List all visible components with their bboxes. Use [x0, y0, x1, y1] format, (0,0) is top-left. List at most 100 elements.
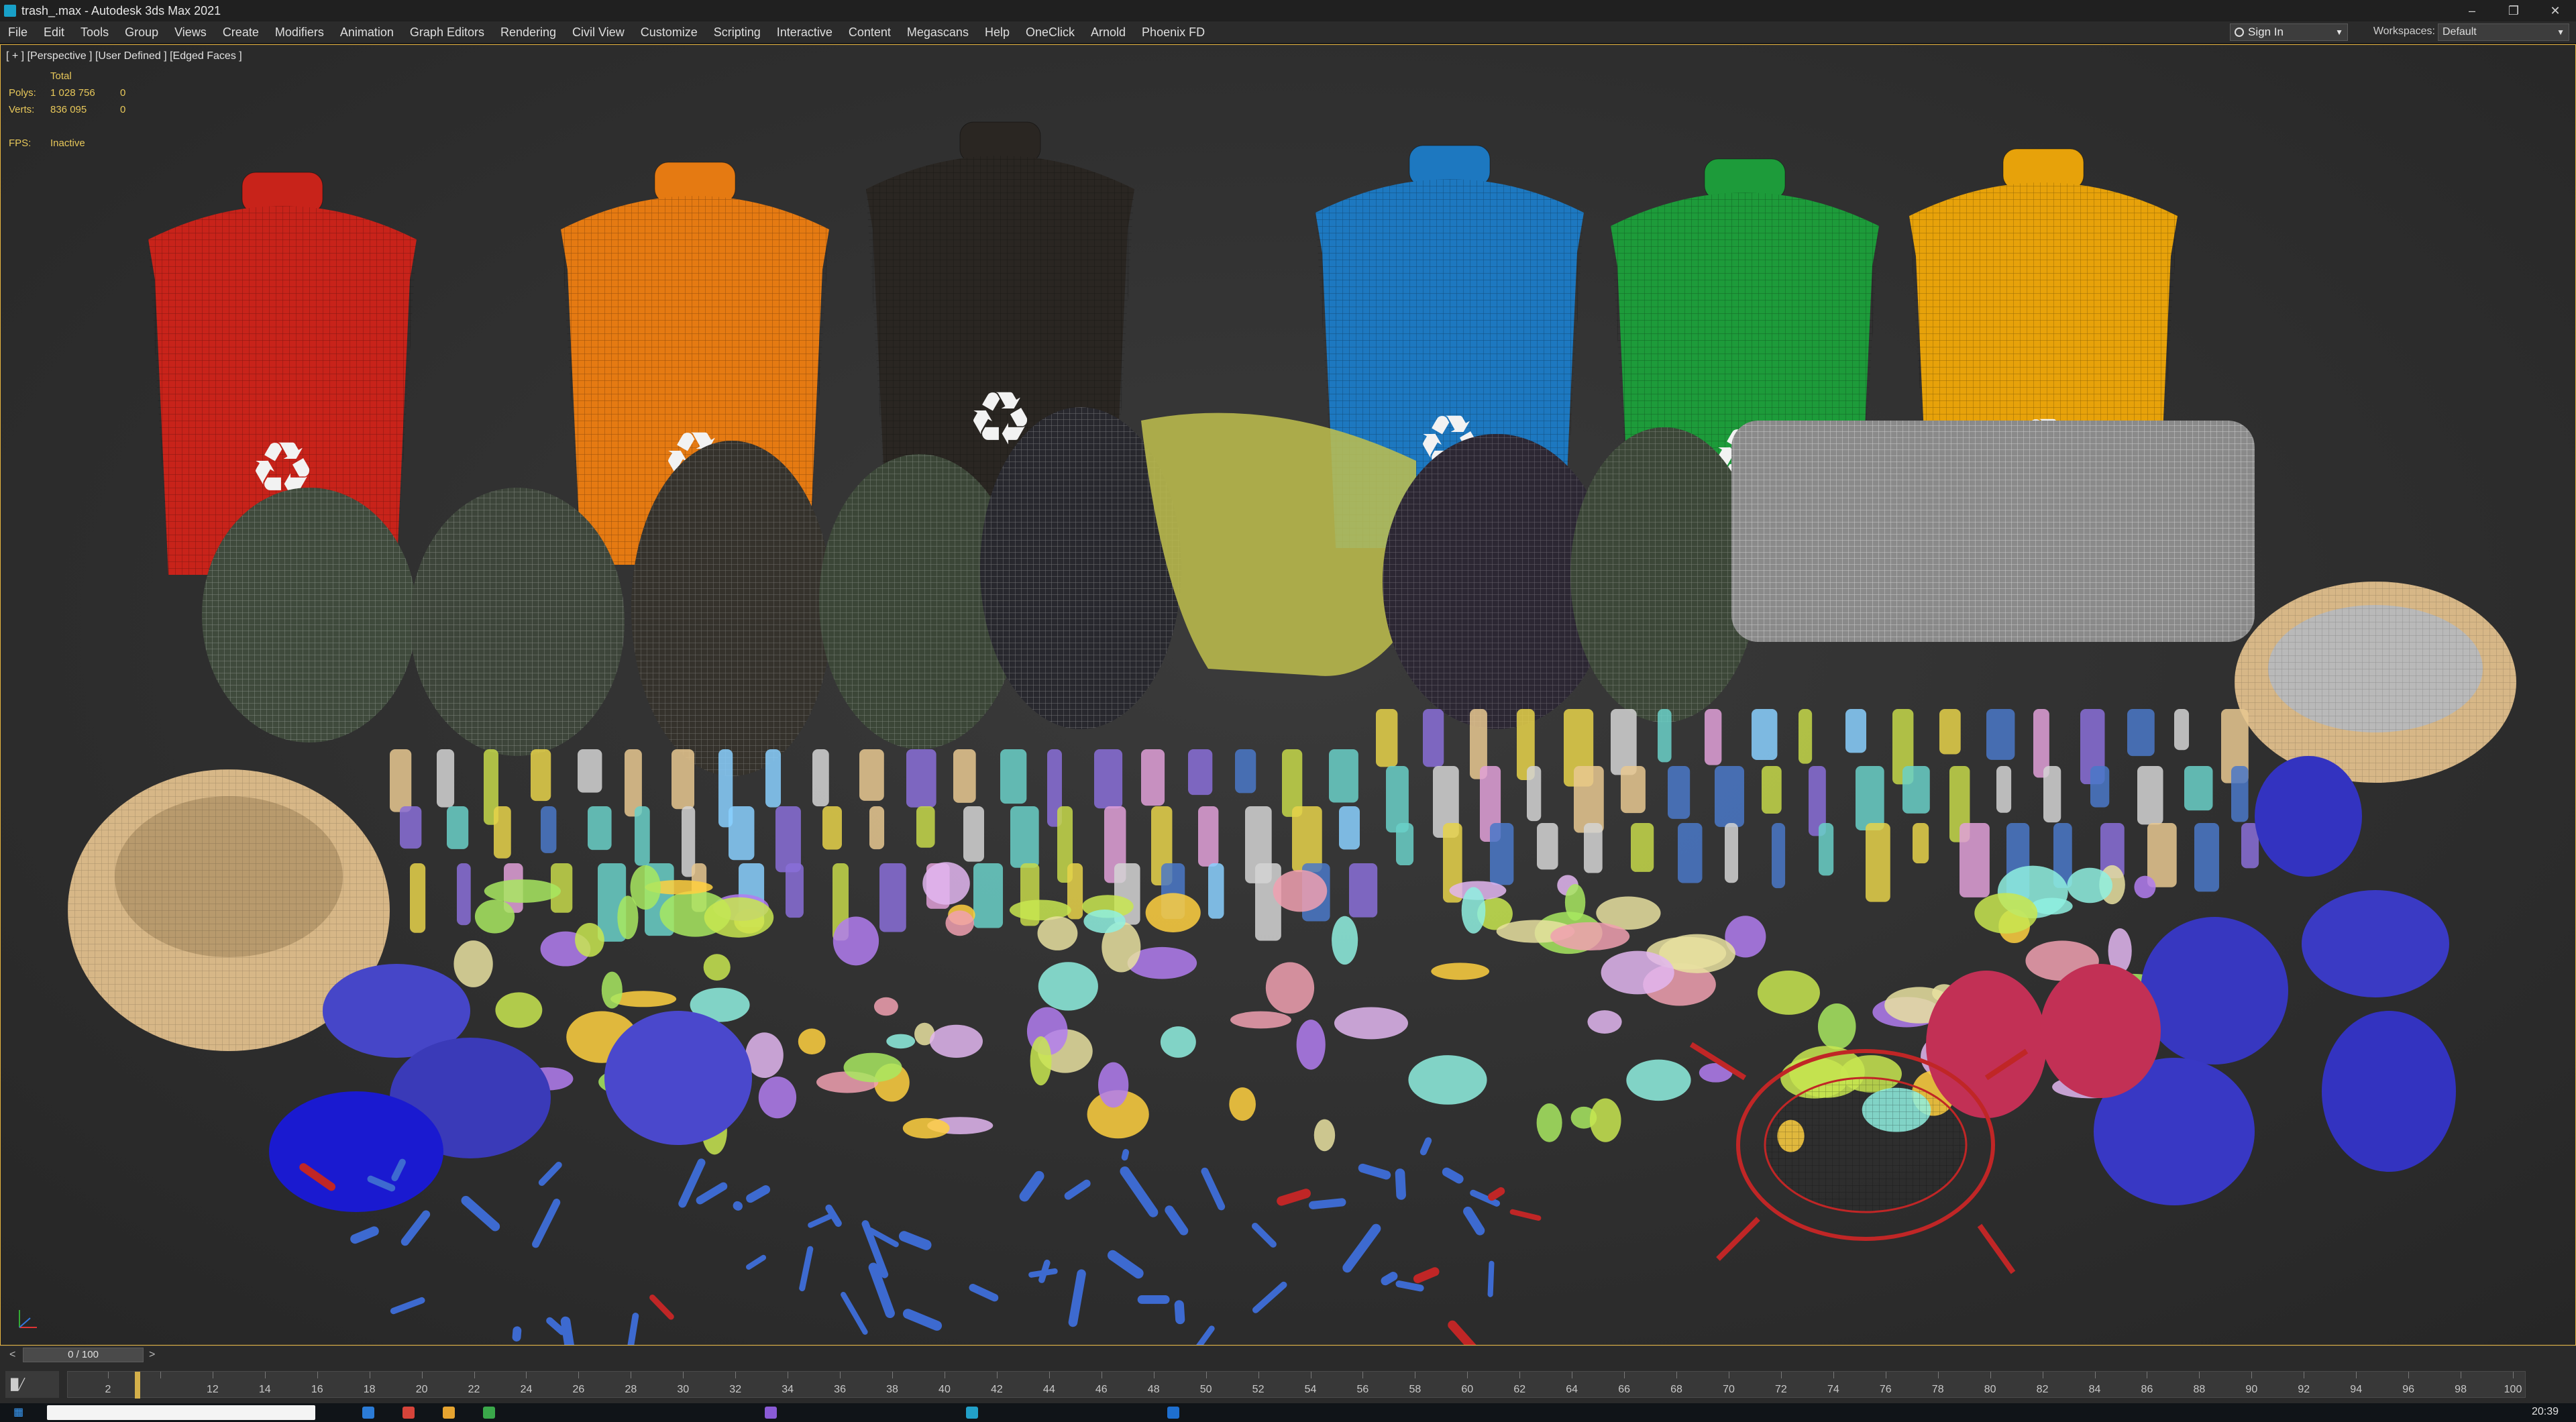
workspaces-value: Default: [2443, 26, 2477, 38]
bottle: [859, 749, 884, 801]
window-title: trash_.max - Autodesk 3ds Max 2021: [21, 3, 221, 17]
taskbar-app-icon[interactable]: [443, 1407, 455, 1419]
bottle: [1960, 823, 1990, 897]
menu-phoenix-fd[interactable]: Phoenix FD: [1134, 21, 1213, 43]
taskbar-app-icon[interactable]: [402, 1407, 415, 1419]
frame-tick-label: 68: [1670, 1384, 1682, 1395]
taskbar-app-icon[interactable]: [966, 1407, 978, 1419]
bottle: [765, 749, 782, 808]
menu-interactive[interactable]: Interactive: [769, 21, 841, 43]
bone: [799, 1246, 814, 1292]
frame-tick-label: 36: [834, 1384, 846, 1395]
bottle: [1235, 749, 1256, 794]
bottle: [1866, 823, 1890, 902]
bone: [1488, 1187, 1505, 1201]
frame-tick-label: 12: [206, 1384, 219, 1395]
current-frame-marker[interactable]: [135, 1372, 140, 1399]
bone: [531, 1199, 561, 1248]
bone: [898, 1231, 932, 1250]
debris-item: [1461, 887, 1486, 934]
menu-edit[interactable]: Edit: [36, 21, 72, 43]
time-slider[interactable]: 0 / 100: [23, 1348, 144, 1362]
taskbar-clock: 20:39: [2531, 1406, 2559, 1417]
debris-item: [453, 940, 493, 987]
menu-views[interactable]: Views: [166, 21, 215, 43]
menu-civil-view[interactable]: Civil View: [564, 21, 633, 43]
bottle: [1386, 766, 1409, 833]
bottle: [457, 863, 471, 926]
restore-button[interactable]: ❐: [2493, 0, 2534, 21]
bone: [560, 1316, 574, 1345]
menu-graph-editors[interactable]: Graph Editors: [402, 21, 492, 43]
previous-frame-icon[interactable]: <: [9, 1349, 15, 1361]
stats-header: Total: [50, 70, 72, 82]
bottle: [916, 806, 935, 848]
bottle: [1208, 863, 1224, 919]
frame-tick-label: 98: [2455, 1384, 2467, 1395]
debris-item: [1273, 869, 1328, 912]
workspaces-dropdown[interactable]: Default ▼: [2438, 23, 2569, 41]
debris-item: [1601, 950, 1674, 995]
bone: [1277, 1189, 1311, 1206]
taskbar-app-icon[interactable]: [765, 1407, 777, 1419]
frame-tick-label: 82: [2036, 1384, 2049, 1395]
windows-start-icon[interactable]: ▦: [13, 1407, 24, 1418]
menu-oneclick[interactable]: OneClick: [1018, 21, 1083, 43]
perspective-viewport[interactable]: ♻♻♻♻♻♻: [0, 44, 2576, 1346]
bottle: [578, 749, 602, 793]
taskbar-app-icon[interactable]: [483, 1407, 495, 1419]
bottle: [1772, 823, 1786, 889]
bone: [390, 1297, 425, 1315]
bottle: [953, 749, 976, 803]
frame-ruler[interactable]: 2 12 14 16 18 20 22 24 26 28 30 32 34 36 38 40 42 44 46 48 5…: [67, 1371, 2526, 1399]
menu-file[interactable]: File: [0, 21, 36, 43]
sign-in-button[interactable]: Sign In ▼: [2230, 23, 2348, 41]
bottle: [1339, 806, 1360, 850]
menu-tools[interactable]: Tools: [72, 21, 117, 43]
taskbar-app-icon[interactable]: [362, 1407, 374, 1419]
menu-arnold[interactable]: Arnold: [1083, 21, 1134, 43]
track-bar[interactable]: █╱ 2 12 14 16 18 20 22 24 26 28 30 32 34 36 38 40 42 44 46…: [0, 1364, 2576, 1403]
bottle: [1292, 806, 1322, 873]
menu-group[interactable]: Group: [117, 21, 166, 43]
menu-create[interactable]: Create: [215, 21, 267, 43]
minimize-button[interactable]: –: [2451, 0, 2493, 21]
taskbar-app-icon[interactable]: [1167, 1407, 1179, 1419]
next-frame-icon[interactable]: >: [149, 1349, 155, 1361]
menu-help[interactable]: Help: [977, 21, 1018, 43]
frame-tick-label: 74: [1827, 1384, 1839, 1395]
frame-tick-label: 60: [1461, 1384, 1474, 1395]
bottle: [812, 749, 829, 807]
debris-item: [1334, 1007, 1408, 1040]
viewport-label[interactable]: [ + ] [Perspective ] [User Defined ] [Ed…: [6, 50, 242, 62]
debris-item: [945, 910, 975, 936]
bones: [299, 1137, 1542, 1345]
menu-animation[interactable]: Animation: [332, 21, 402, 43]
menu-rendering[interactable]: Rendering: [492, 21, 564, 43]
debris-item: [1626, 1059, 1691, 1101]
menu-content[interactable]: Content: [841, 21, 899, 43]
bone: [350, 1226, 379, 1244]
bottle: [531, 749, 551, 802]
bottle: [1752, 709, 1778, 761]
bottle: [2194, 823, 2220, 892]
debris-item: [1265, 962, 1315, 1014]
frame-tick-label: 40: [938, 1384, 951, 1395]
bone: [1487, 1260, 1495, 1297]
menu-customize[interactable]: Customize: [633, 21, 706, 43]
taskbar-search[interactable]: [47, 1405, 315, 1420]
frame-tick: [735, 1372, 737, 1378]
track-bar-filter[interactable]: █╱: [5, 1371, 59, 1398]
bone: [1165, 1205, 1189, 1236]
bone: [1463, 1206, 1485, 1236]
debris-item: [1550, 922, 1630, 950]
menu-scripting[interactable]: Scripting: [706, 21, 769, 43]
bottle: [390, 749, 412, 812]
frame-tick-label: 88: [2193, 1384, 2206, 1395]
menu-modifiers[interactable]: Modifiers: [267, 21, 332, 43]
menu-megascans[interactable]: Megascans: [899, 21, 977, 43]
bottle: [1423, 709, 1444, 767]
close-button[interactable]: ✕: [2534, 0, 2576, 21]
os-taskbar: ▦ 20:39: [0, 1403, 2576, 1422]
bone: [902, 1309, 943, 1331]
